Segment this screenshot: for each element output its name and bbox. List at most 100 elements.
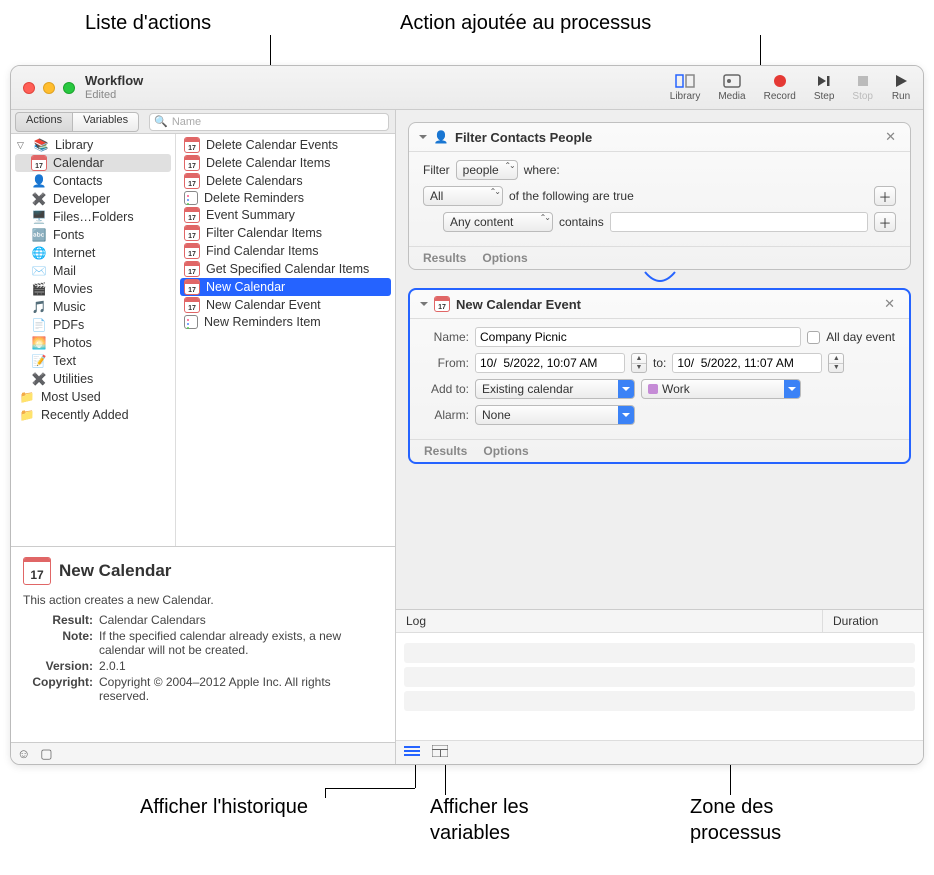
run-icon <box>891 73 911 89</box>
close-action-button[interactable]: ✕ <box>881 129 900 145</box>
window-subtitle: Edited <box>85 89 143 101</box>
results-button[interactable]: Results <box>424 444 467 458</box>
calendar-select[interactable]: Work <box>641 379 801 399</box>
library-icon: 📚 <box>33 137 49 153</box>
action-deletecalendarevents[interactable]: Delete Calendar Events <box>176 136 395 154</box>
window-icon[interactable]: ▢ <box>40 746 52 762</box>
to-stepper[interactable]: ▲▼ <box>828 353 844 373</box>
disclosure-icon[interactable] <box>420 302 428 310</box>
tab-actions[interactable]: Actions <box>15 112 73 132</box>
category-pdfs[interactable]: 📄PDFs <box>11 316 175 334</box>
category-fonts[interactable]: 🔤Fonts <box>11 226 175 244</box>
smiley-icon[interactable]: ☺ <box>17 746 30 761</box>
filter-all-select[interactable]: All <box>423 186 503 206</box>
from-date-input[interactable] <box>475 353 625 373</box>
results-button[interactable]: Results <box>423 251 466 265</box>
description-pane: New Calendar This action creates a new C… <box>11 547 395 742</box>
window-titlebar: Workflow Edited Library Media Record Ste… <box>11 66 923 110</box>
library-header[interactable]: ▽ 📚 Library <box>11 136 175 154</box>
add-rule-button[interactable]: ＋ <box>874 186 896 206</box>
automator-window: Workflow Edited Library Media Record Ste… <box>10 65 924 765</box>
category-photos[interactable]: 🌅Photos <box>11 334 175 352</box>
category-filesfolders[interactable]: 🖥️Files…Folders <box>11 208 175 226</box>
actions-list: Delete Calendar EventsDelete Calendar It… <box>176 134 395 546</box>
action-filter-contacts[interactable]: 👤 Filter Contacts People ✕ Filter people… <box>408 122 911 270</box>
show-variables-icon[interactable] <box>432 745 448 760</box>
action-getspecifiedcalendaritems[interactable]: Get Specified Calendar Items <box>176 260 395 278</box>
action-newcalendar[interactable]: New Calendar <box>180 278 391 296</box>
workflow-connector <box>408 272 911 286</box>
action-deletecalendaritems[interactable]: Delete Calendar Items <box>176 154 395 172</box>
stop-button[interactable]: Stop <box>852 73 873 102</box>
category-movies[interactable]: 🎬Movies <box>11 280 175 298</box>
disclosure-icon[interactable] <box>419 135 427 143</box>
action-findcalendaritems[interactable]: Find Calendar Items <box>176 242 395 260</box>
window-title: Workflow <box>85 74 143 88</box>
annotation-show-variables: Afficher les variables <box>430 794 529 846</box>
filter-content-select[interactable]: Any content <box>443 212 553 232</box>
close-action-button[interactable]: ✕ <box>880 296 899 312</box>
contacts-icon: 👤 <box>433 129 449 145</box>
group-mostused[interactable]: 📁Most Used <box>11 388 175 406</box>
category-developer[interactable]: ✖️Developer <box>11 190 175 208</box>
log-column-header[interactable]: Log <box>396 610 823 632</box>
description-title: New Calendar <box>59 561 171 581</box>
category-utilities[interactable]: ✖️Utilities <box>11 370 175 388</box>
category-calendar[interactable]: Calendar <box>15 154 171 172</box>
action-eventsummary[interactable]: Event Summary <box>176 206 395 224</box>
action-newremindersitem[interactable]: New Reminders Item <box>176 314 395 330</box>
zoom-window-button[interactable] <box>63 82 75 94</box>
addto-select[interactable]: Existing calendar <box>475 379 635 399</box>
categories-list: ▽ 📚 Library Calendar👤Contacts✖️Developer… <box>11 134 176 546</box>
action-deletereminders[interactable]: Delete Reminders <box>176 190 395 206</box>
traffic-lights <box>23 82 75 94</box>
calendar-color-swatch <box>648 384 658 394</box>
minimize-window-button[interactable] <box>43 82 55 94</box>
log-row-placeholder <box>404 643 915 663</box>
search-input[interactable]: 🔍 Name <box>149 113 389 131</box>
calendar-icon <box>434 296 450 312</box>
log-row-placeholder <box>404 691 915 711</box>
step-icon <box>814 73 834 89</box>
action-newcalendarevent[interactable]: New Calendar Event <box>176 296 395 314</box>
event-name-input[interactable] <box>475 327 801 347</box>
media-icon <box>722 73 742 89</box>
from-stepper[interactable]: ▲▼ <box>631 353 647 373</box>
run-button[interactable]: Run <box>891 73 911 102</box>
allday-checkbox[interactable] <box>807 331 820 344</box>
show-log-icon[interactable] <box>404 745 420 760</box>
group-recentlyadded[interactable]: 📁Recently Added <box>11 406 175 424</box>
library-pane: Actions Variables 🔍 Name ▽ 📚 Library <box>11 110 396 764</box>
calendar-icon <box>23 557 51 585</box>
disclosure-triangle-icon: ▽ <box>17 140 27 151</box>
workflow-area[interactable]: 👤 Filter Contacts People ✕ Filter people… <box>396 110 923 609</box>
category-music[interactable]: 🎵Music <box>11 298 175 316</box>
stop-icon <box>853 73 873 89</box>
alarm-select[interactable]: None <box>475 405 635 425</box>
to-date-input[interactable] <box>672 353 822 373</box>
library-button[interactable]: Library <box>670 73 701 102</box>
category-contacts[interactable]: 👤Contacts <box>11 172 175 190</box>
options-button[interactable]: Options <box>483 444 528 458</box>
category-mail[interactable]: ✉️Mail <box>11 262 175 280</box>
record-button[interactable]: Record <box>764 73 796 102</box>
close-window-button[interactable] <box>23 82 35 94</box>
library-icon <box>675 73 695 89</box>
add-condition-button[interactable]: ＋ <box>874 212 896 232</box>
workflow-pane: 👤 Filter Contacts People ✕ Filter people… <box>396 110 923 764</box>
step-button[interactable]: Step <box>814 73 835 102</box>
duration-column-header[interactable]: Duration <box>823 610 923 632</box>
filter-value-input[interactable] <box>610 212 868 232</box>
left-footer-bar: ☺ ▢ <box>11 742 395 764</box>
media-button[interactable]: Media <box>718 73 745 102</box>
category-internet[interactable]: 🌐Internet <box>11 244 175 262</box>
tab-variables[interactable]: Variables <box>73 112 139 132</box>
action-new-calendar-event[interactable]: New Calendar Event ✕ Name: All day event… <box>408 288 911 464</box>
options-button[interactable]: Options <box>482 251 527 265</box>
action-deletecalendars[interactable]: Delete Calendars <box>176 172 395 190</box>
action-filtercalendaritems[interactable]: Filter Calendar Items <box>176 224 395 242</box>
filter-target-select[interactable]: people <box>456 160 518 180</box>
annotation-action-added: Action ajoutée au processus <box>400 10 651 36</box>
annotation-workflow-zone: Zone des processus <box>690 794 781 846</box>
category-text[interactable]: 📝Text <box>11 352 175 370</box>
